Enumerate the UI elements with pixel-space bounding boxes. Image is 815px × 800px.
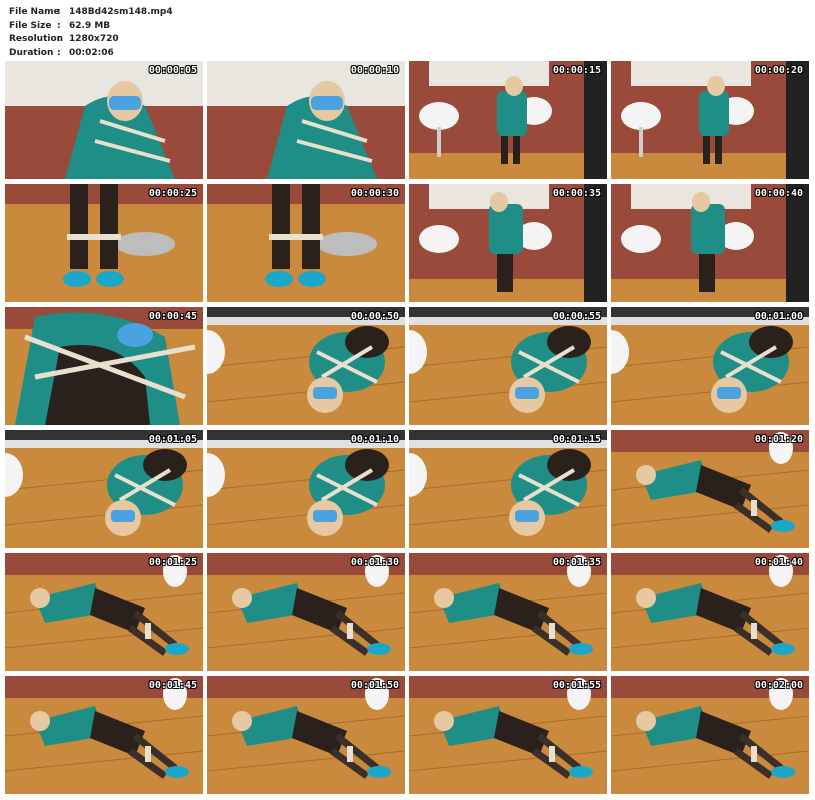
thumbnail-timestamp: 00:01:55 (552, 680, 601, 691)
video-thumbnail: 00:00:05 (5, 61, 203, 179)
video-thumbnail: 00:00:55 (409, 307, 607, 425)
thumbnail-frame-image (207, 676, 405, 794)
thumbnail-frame-image (409, 553, 607, 671)
thumbnail-timestamp: 00:00:30 (350, 188, 399, 199)
video-thumbnail: 00:00:45 (5, 307, 203, 425)
video-thumbnail: 00:01:10 (207, 430, 405, 548)
thumbnail-timestamp: 00:00:20 (754, 65, 803, 76)
video-thumbnail: 00:02:00 (611, 676, 809, 794)
thumbnail-frame-image (207, 184, 405, 302)
thumbnail-frame-image (611, 184, 809, 302)
video-thumbnail: 00:00:35 (409, 184, 607, 302)
video-thumbnail: 00:00:10 (207, 61, 405, 179)
thumbnail-timestamp: 00:01:30 (350, 557, 399, 568)
video-thumbnail: 00:01:05 (5, 430, 203, 548)
video-thumbnail: 00:01:15 (409, 430, 607, 548)
thumbnail-frame-image (207, 553, 405, 671)
thumbnail-frame-image (207, 307, 405, 425)
thumbnail-frame-image (207, 430, 405, 548)
thumbnail-frame-image (207, 61, 405, 179)
thumbnail-frame-image (5, 307, 203, 425)
thumbnail-timestamp: 00:01:00 (754, 311, 803, 322)
thumbnail-timestamp: 00:00:40 (754, 188, 803, 199)
thumbnail-frame-image (5, 184, 203, 302)
thumbnail-timestamp: 00:00:05 (148, 65, 197, 76)
thumbnail-frame-image (611, 676, 809, 794)
thumbnail-timestamp: 00:01:05 (148, 434, 197, 445)
thumbnail-frame-image (5, 676, 203, 794)
thumbnail-timestamp: 00:01:20 (754, 434, 803, 445)
thumbnail-timestamp: 00:01:10 (350, 434, 399, 445)
thumbnail-frame-image (409, 307, 607, 425)
thumbnail-frame-image (5, 61, 203, 179)
thumbnail-frame-image (611, 61, 809, 179)
video-thumbnail: 00:01:55 (409, 676, 607, 794)
video-thumbnail: 00:00:25 (5, 184, 203, 302)
video-thumbnail: 00:00:15 (409, 61, 607, 179)
thumbnail-timestamp: 00:00:10 (350, 65, 399, 76)
thumbnail-timestamp: 00:01:35 (552, 557, 601, 568)
video-thumbnail: 00:00:20 (611, 61, 809, 179)
video-thumbnail: 00:00:30 (207, 184, 405, 302)
video-thumbnail: 00:00:50 (207, 307, 405, 425)
video-thumbnail: 00:00:40 (611, 184, 809, 302)
thumbnail-timestamp: 00:01:15 (552, 434, 601, 445)
thumbnail-frame-image (5, 553, 203, 671)
thumbnail-timestamp: 00:00:15 (552, 65, 601, 76)
video-thumbnail: 00:01:50 (207, 676, 405, 794)
thumbnail-frame-image (409, 430, 607, 548)
video-thumbnail: 00:01:45 (5, 676, 203, 794)
video-thumbnail: 00:01:30 (207, 553, 405, 671)
thumbnail-timestamp: 00:00:35 (552, 188, 601, 199)
thumbnail-frame-image (611, 553, 809, 671)
thumbnail-frame-image (409, 61, 607, 179)
thumbnail-timestamp: 00:01:50 (350, 680, 399, 691)
video-thumbnail: 00:01:35 (409, 553, 607, 671)
thumbnail-timestamp: 00:00:50 (350, 311, 399, 322)
thumbnail-timestamp: 00:02:00 (754, 680, 803, 691)
thumbnail-timestamp: 00:01:45 (148, 680, 197, 691)
thumbnail-timestamp: 00:00:45 (148, 311, 197, 322)
thumbnail-frame-image (611, 430, 809, 548)
video-thumbnail: 00:01:20 (611, 430, 809, 548)
thumbnail-grid: 00:00:05 00:00:10 00:00:15 00:00:20 00:00:25… (0, 0, 815, 800)
video-thumbnail: 00:01:00 (611, 307, 809, 425)
thumbnail-timestamp: 00:01:25 (148, 557, 197, 568)
thumbnail-frame-image (409, 184, 607, 302)
video-thumbnail: 00:01:25 (5, 553, 203, 671)
thumbnail-frame-image (5, 430, 203, 548)
thumbnail-frame-image (611, 307, 809, 425)
thumbnail-frame-image (409, 676, 607, 794)
video-thumbnail: 00:01:40 (611, 553, 809, 671)
thumbnail-timestamp: 00:01:40 (754, 557, 803, 568)
thumbnail-timestamp: 00:00:25 (148, 188, 197, 199)
thumbnail-timestamp: 00:00:55 (552, 311, 601, 322)
